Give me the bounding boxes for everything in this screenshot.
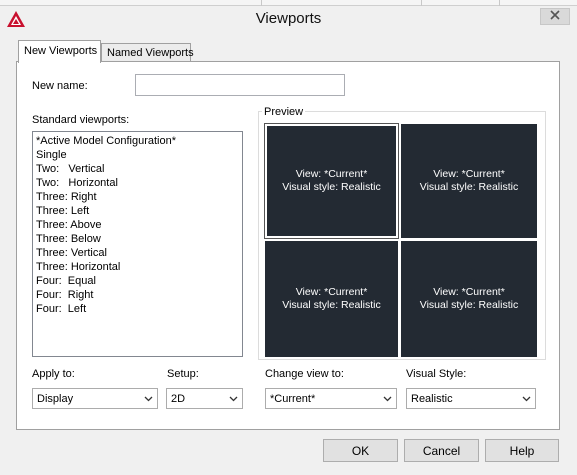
list-item[interactable]: *Active Model Configuration* — [36, 134, 239, 148]
list-item[interactable]: Three: Right — [36, 190, 239, 204]
setup-value: 2D — [171, 393, 186, 405]
chevron-down-icon — [383, 394, 392, 403]
change-view-label: Change view to: — [265, 368, 344, 380]
viewport-top-left[interactable]: View: *Current* Visual style: Realistic — [264, 123, 399, 239]
list-item[interactable]: Three: Above — [36, 218, 239, 232]
apply-to-value: Display — [37, 393, 74, 405]
visual-style-select[interactable]: Realistic — [406, 388, 536, 409]
viewport-view: View: *Current* — [295, 286, 368, 298]
change-view-select[interactable]: *Current* — [265, 388, 397, 409]
visual-style-value: Realistic — [411, 393, 453, 405]
list-item[interactable]: Two: Horizontal — [36, 176, 239, 190]
visual-style-label: Visual Style: — [406, 368, 467, 380]
viewport-style: Visual style: Realistic — [419, 299, 519, 311]
setup-label: Setup: — [167, 368, 199, 380]
new-name-input[interactable] — [135, 74, 345, 96]
standard-viewports-label: Standard viewports: — [32, 114, 130, 126]
viewport-style: Visual style: Realistic — [282, 299, 381, 311]
cancel-label: Cancel — [422, 443, 461, 458]
apply-to-select[interactable]: Display — [32, 388, 158, 409]
help-button[interactable]: Help — [485, 439, 559, 462]
standard-viewports-list[interactable]: *Active Model Configuration* Single Two:… — [32, 131, 243, 357]
list-item[interactable]: Three: Vertical — [36, 246, 239, 260]
preview-area: View: *Current* Visual style: Realistic … — [264, 123, 537, 357]
list-item[interactable]: Four: Right — [36, 288, 239, 302]
change-view-value: *Current* — [270, 393, 316, 405]
viewport-view: View: *Current* — [295, 168, 368, 180]
viewport-view: View: *Current* — [433, 168, 505, 180]
ok-button[interactable]: OK — [323, 439, 398, 462]
list-item[interactable]: Four: Left — [36, 302, 239, 316]
list-item[interactable]: Two: Vertical — [36, 162, 239, 176]
preview-label: Preview — [262, 106, 306, 118]
ok-label: OK — [351, 443, 370, 458]
apply-to-label: Apply to: — [32, 368, 75, 380]
viewport-top-right[interactable]: View: *Current* Visual style: Realistic — [401, 124, 537, 238]
list-item[interactable]: Four: Equal — [36, 274, 239, 288]
setup-select[interactable]: 2D — [166, 388, 243, 409]
list-item[interactable]: Three: Left — [36, 204, 239, 218]
chevron-down-icon — [229, 394, 238, 403]
viewport-view: View: *Current* — [433, 286, 505, 298]
chevron-down-icon — [144, 394, 153, 403]
viewport-bottom-right[interactable]: View: *Current* Visual style: Realistic — [401, 241, 537, 357]
viewport-bottom-left[interactable]: View: *Current* Visual style: Realistic — [265, 241, 398, 357]
viewport-style: Visual style: Realistic — [419, 181, 519, 193]
chevron-down-icon — [522, 394, 531, 403]
new-name-label: New name: — [32, 80, 88, 92]
list-item[interactable]: Three: Below — [36, 232, 239, 246]
list-item[interactable]: Three: Horizontal — [36, 260, 239, 274]
list-item[interactable]: Single — [36, 148, 239, 162]
help-label: Help — [509, 443, 535, 458]
viewport-style: Visual style: Realistic — [282, 181, 381, 193]
cancel-button[interactable]: Cancel — [404, 439, 479, 462]
